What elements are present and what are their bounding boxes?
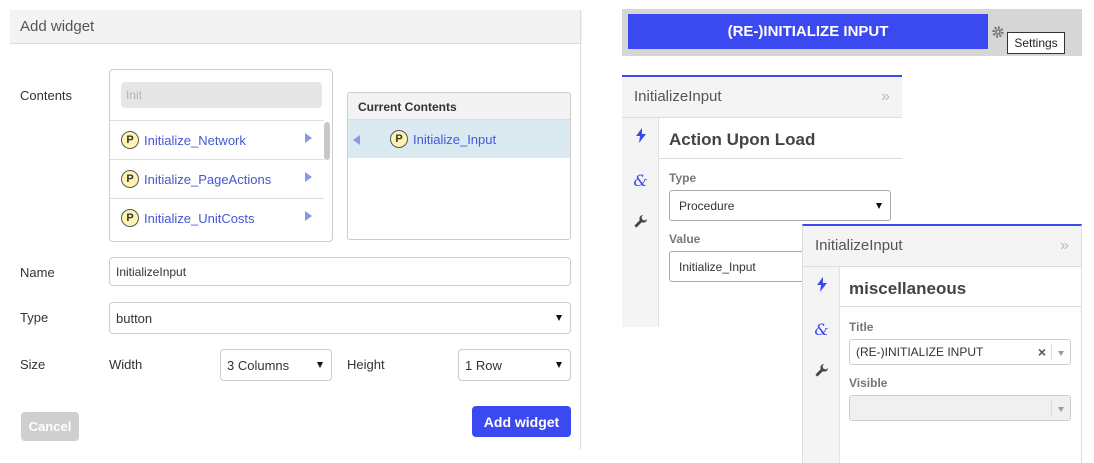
contents-label: Contents <box>20 88 73 103</box>
height-value: 1 Row <box>465 357 502 373</box>
title-field-label: Title <box>849 320 874 334</box>
current-contents-title: Current Contents <box>348 93 570 120</box>
current-item-label: Initialize_Input <box>413 131 497 147</box>
section-divider <box>659 158 902 159</box>
contents-search-input[interactable] <box>121 82 322 108</box>
height-select[interactable]: 1 Row <box>458 349 571 381</box>
collapse-chevron-icon[interactable]: » <box>1060 237 1069 255</box>
section-title: miscellaneous <box>849 279 967 298</box>
dialog-title: Add widget <box>20 18 95 35</box>
panel-title: InitializeInput <box>815 237 903 254</box>
wrench-icon[interactable] <box>803 363 840 382</box>
current-contents-list: Current Contents P Initialize_Input <box>347 92 571 240</box>
add-widget-dialog: Add widget Contents P Initialize_Network… <box>0 0 582 463</box>
dialog-header: Add widget <box>10 10 582 44</box>
name-value: InitializeInput <box>116 264 187 279</box>
chevron-down-icon[interactable] <box>1058 351 1064 356</box>
action-type-select[interactable]: Procedure <box>669 190 891 221</box>
current-item-initialize-input[interactable]: P Initialize_Input <box>348 120 570 158</box>
procedure-icon: P <box>121 209 139 227</box>
chevron-down-icon <box>317 362 323 368</box>
contents-list: P Initialize_Network P Initialize_PageAc… <box>109 69 333 242</box>
name-label: Name <box>20 265 55 280</box>
chevron-down-icon <box>556 362 562 368</box>
field-separator <box>1051 344 1052 360</box>
panel-side-tabs: & <box>803 267 840 463</box>
dialog-divider <box>580 10 581 450</box>
action-type-value: Procedure <box>679 198 735 213</box>
remove-arrow-icon[interactable] <box>353 135 360 145</box>
panel-side-tabs: & <box>622 118 659 327</box>
panel-header: InitializeInput » <box>622 77 902 118</box>
procedure-icon: P <box>121 131 139 149</box>
width-select[interactable]: 3 Columns <box>220 349 332 381</box>
chevron-down-icon <box>556 315 562 321</box>
add-widget-button[interactable]: Add widget <box>472 406 571 437</box>
chevron-down-icon <box>876 202 882 209</box>
type-label: Type <box>20 310 49 325</box>
widget-misc-panel: InitializeInput » & miscellaneous Title … <box>802 224 1082 463</box>
cancel-button[interactable]: Cancel <box>21 412 79 441</box>
add-arrow-icon[interactable] <box>305 133 312 143</box>
add-arrow-icon[interactable] <box>305 172 312 182</box>
gear-icon[interactable] <box>991 25 1005 39</box>
section-title: Action Upon Load <box>669 130 816 149</box>
title-input[interactable]: (RE-)INITIALIZE INPUT × <box>849 339 1071 365</box>
contents-item-label: Initialize_UnitCosts <box>144 210 255 226</box>
procedure-icon: P <box>121 170 139 188</box>
actions-lightning-icon[interactable] <box>622 128 659 147</box>
ampersand-icon[interactable]: & <box>622 171 659 190</box>
type-value: button <box>116 310 153 326</box>
visible-select[interactable] <box>849 395 1071 421</box>
procedure-icon: P <box>390 130 408 148</box>
title-value: (RE-)INITIALIZE INPUT <box>856 345 984 359</box>
ampersand-icon[interactable]: & <box>803 320 840 339</box>
action-value-text: Initialize_Input <box>679 259 756 274</box>
contents-item-initialize-unitcosts[interactable]: P Initialize_UnitCosts <box>110 198 324 237</box>
height-label: Height <box>347 357 385 372</box>
panel-title: InitializeInput <box>634 88 722 105</box>
contents-item-label: Initialize_Network <box>144 132 246 148</box>
wrench-icon[interactable] <box>622 214 659 233</box>
type-field-label: Type <box>669 171 697 185</box>
settings-tooltip: Settings <box>1007 32 1065 54</box>
field-separator <box>1051 400 1052 416</box>
type-select[interactable]: button <box>109 302 571 334</box>
contents-item-initialize-pageactions[interactable]: P Initialize_PageActions <box>110 159 324 198</box>
name-input[interactable]: InitializeInput <box>109 257 571 286</box>
clear-icon[interactable]: × <box>1038 344 1046 360</box>
panel-header: InitializeInput » <box>803 226 1081 267</box>
actions-lightning-icon[interactable] <box>803 277 840 296</box>
collapse-chevron-icon[interactable]: » <box>881 88 890 106</box>
section-divider <box>840 306 1082 307</box>
reinitialize-input-button[interactable]: (RE-)INITIALIZE INPUT <box>628 14 988 49</box>
width-label: Width <box>109 357 143 372</box>
contents-item-initialize-network[interactable]: P Initialize_Network <box>110 120 324 159</box>
chevron-down-icon[interactable] <box>1058 407 1064 412</box>
contents-scrollbar[interactable] <box>324 122 330 160</box>
visible-field-label: Visible <box>849 376 888 390</box>
add-arrow-icon[interactable] <box>305 211 312 221</box>
size-label: Size <box>20 357 46 372</box>
value-field-label: Value <box>669 232 701 246</box>
contents-item-label: Initialize_PageActions <box>144 171 272 187</box>
width-value: 3 Columns <box>227 357 290 373</box>
